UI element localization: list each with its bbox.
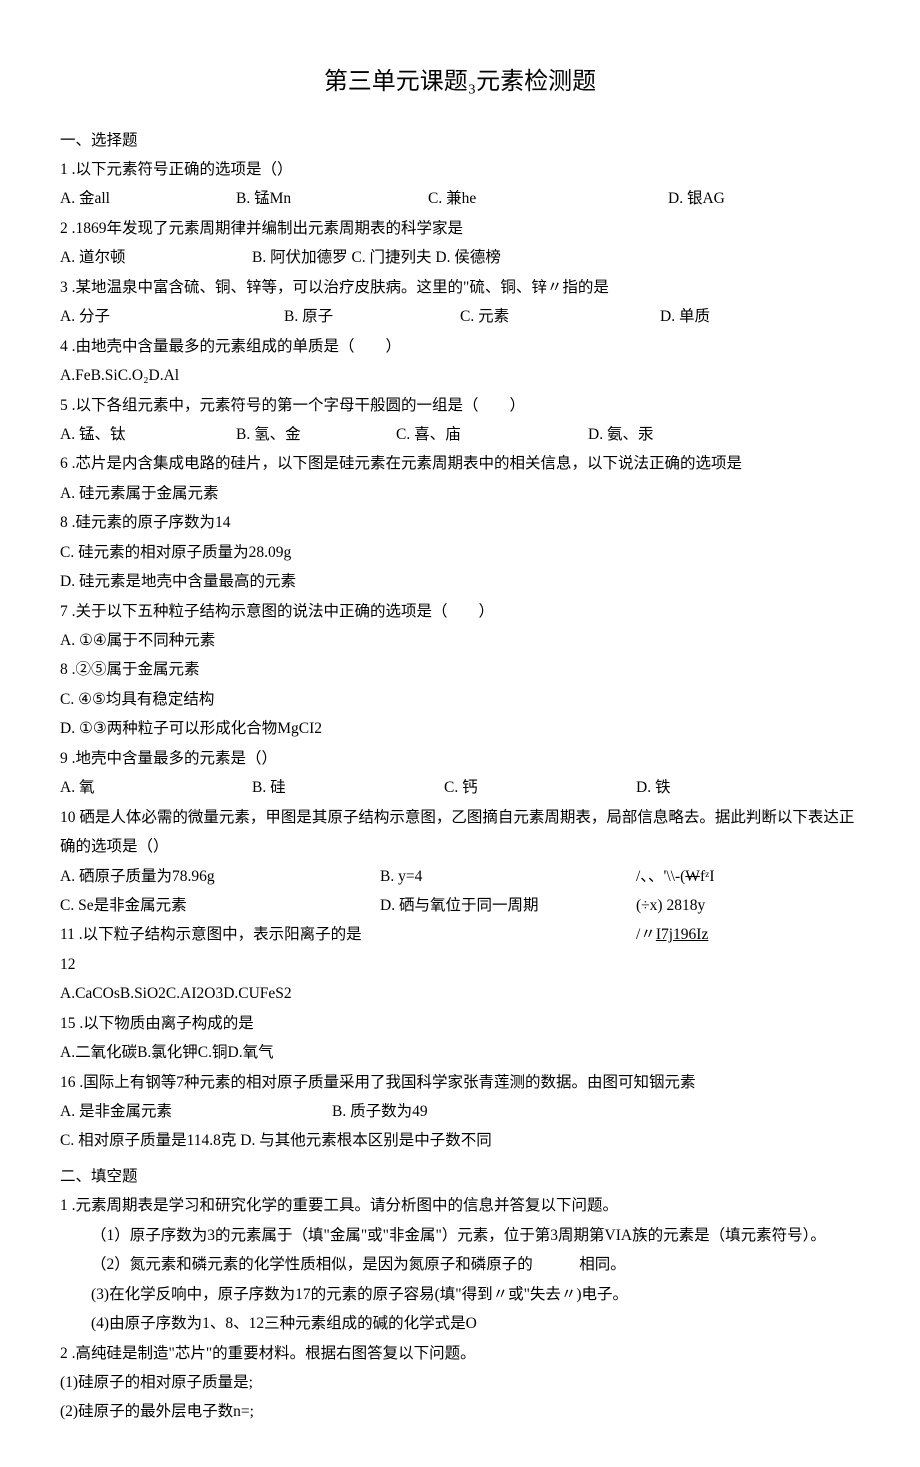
- q11-diag-u: I7j196Iz: [656, 926, 709, 943]
- q3-opt-d: D. 单质: [660, 302, 860, 331]
- q10-diagram2: (÷x) 2818y: [636, 891, 860, 920]
- q5-options: A. 锰、钛 B. 氢、金 C. 喜、庙 D. 氨、汞: [60, 420, 860, 449]
- q16-stem: 16 .国际上有钢等7种元素的相对原子质量采用了我国科学家张青莲测的数据。由图可…: [60, 1068, 860, 1097]
- q10-diag1-c: fᶻI: [700, 868, 715, 885]
- q9-opt-a: A. 氧: [60, 773, 252, 802]
- q2-options: A. 道尔顿 B. 阿伏加德罗 C. 门捷列夫 D. 侯德榜: [60, 243, 860, 272]
- q1-opt-a: A. 金all: [60, 184, 236, 213]
- q4-options: A.FeB.SiC.O₂D.Al: [60, 361, 860, 390]
- q16-opt-b: B. 质子数为49: [332, 1097, 428, 1126]
- f2-stem: 2 .高纯硅是制造"芯片"的重要材料。根据右图答复以下问题。: [60, 1339, 860, 1368]
- q3-options: A. 分子 B. 原子 C. 元素 D. 单质: [60, 302, 860, 331]
- q9-opt-b: B. 硅: [252, 773, 444, 802]
- q12-stem: 12: [60, 950, 860, 979]
- q10-opt-d: D. 硒与氧位于同一周期: [380, 891, 636, 920]
- q9-options: A. 氧 B. 硅 C. 钙 D. 铁: [60, 773, 860, 802]
- f1-sub3: (3)在化学反响中，原子序数为17的元素的原子容易(填"得到〃或"失去〃)电子。: [60, 1280, 860, 1309]
- f1-stem: 1 .元素周期表是学习和研究化学的重要工具。请分析图中的信息并答复以下问题。: [60, 1191, 860, 1220]
- q3-opt-c: C. 元素: [460, 302, 660, 331]
- q10-diag1-b: W: [685, 868, 700, 885]
- q5-opt-b: B. 氢、金: [236, 420, 396, 449]
- q5-opt-c: C. 喜、庙: [396, 420, 588, 449]
- f2-sub1: (1)硅原子的相对原子质量是;: [60, 1368, 860, 1397]
- q7-opt-d: D. ①③两种粒子可以形成化合物MgCI2: [60, 714, 860, 743]
- q1-stem: 1 .以下元素符号正确的选项是（）: [60, 155, 860, 184]
- q15-options: A.二氧化碳B.氯化钾C.铜D.氧气: [60, 1038, 860, 1067]
- q7-opt-a: A. ①④属于不同种元素: [60, 626, 860, 655]
- q7-opt-c: C. ④⑤均具有稳定结构: [60, 685, 860, 714]
- q3-opt-a: A. 分子: [60, 302, 284, 331]
- q3-stem: 3 .某地温泉中富含硫、铜、锌等，可以治疗皮肤病。这里的"硫、铜、锌〃指的是: [60, 273, 860, 302]
- page-title: 第三单元课题₃元素检测题: [60, 60, 860, 106]
- q16-row2: C. 相对原子质量是114.8克 D. 与其他元素根本区别是中子数不同: [60, 1126, 860, 1155]
- q10-opt-b: B. y=4: [380, 862, 636, 891]
- q10-diag1-a: /、、'\\-(: [636, 868, 685, 885]
- q6-stem: 6 .芯片是内含集成电路的硅片，以下图是硅元素在元素周期表中的相关信息，以下说法…: [60, 449, 860, 478]
- q14-options: A.CaCOsB.SiO2C.AI2O3D.CUFeS2: [60, 979, 860, 1008]
- q5-opt-d: D. 氨、汞: [588, 420, 780, 449]
- q1-options: A. 金all B. 锰Mn C. 兼he D. 银AG: [60, 184, 860, 213]
- q6-opt-a: A. 硅元素属于金属元素: [60, 479, 860, 508]
- q10-diagram1: /、、'\\-(WfᶻI: [636, 862, 860, 891]
- q4-stem: 4 .由地壳中含量最多的元素组成的单质是（ ）: [60, 332, 860, 361]
- q9-opt-d: D. 铁: [636, 773, 828, 802]
- q2-opt-rest: B. 阿伏加德罗 C. 门捷列夫 D. 侯德榜: [252, 243, 501, 272]
- q1-opt-c: C. 兼he: [428, 184, 668, 213]
- q9-opt-c: C. 钙: [444, 773, 636, 802]
- q10-row2: C. Se是非金属元素 D. 硒与氧位于同一周期 (÷x) 2818y: [60, 891, 860, 920]
- q5-opt-a: A. 锰、钛: [60, 420, 236, 449]
- q11-diagram: /〃I7j196Iz: [636, 920, 860, 949]
- q3-opt-b: B. 原子: [284, 302, 460, 331]
- q1-opt-b: B. 锰Mn: [236, 184, 428, 213]
- q7-opt-b: 8 .②⑤属于金属元素: [60, 655, 860, 684]
- q7-stem: 7 .关于以下五种粒子结构示意图的说法中正确的选项是（ ）: [60, 597, 860, 626]
- q5-stem: 5 .以下各组元素中，元素符号的第一个字母干般圆的一组是（ ）: [60, 391, 860, 420]
- f2-sub2: (2)硅原子的最外层电子数n=;: [60, 1397, 860, 1426]
- q10-opt-a: A. 硒原子质量为78.96g: [60, 862, 380, 891]
- q10-stem: 10 硒是人体必需的微量元素，甲图是其原子结构示意图，乙图摘自元素周期表，局部信…: [60, 803, 860, 862]
- q9-stem: 9 .地壳中含量最多的元素是（）: [60, 744, 860, 773]
- q15-stem: 15 .以下物质由离子构成的是: [60, 1009, 860, 1038]
- q2-stem: 2 .1869年发现了元素周期律并编制出元素周期表的科学家是: [60, 214, 860, 243]
- f1-sub2: （2）氮元素和磷元素的化学性质相似，是因为氮原子和磷原子的 相同。: [60, 1250, 860, 1279]
- f1-sub4: (4)由原子序数为1、8、12三种元素组成的碱的化学式是O: [60, 1309, 860, 1338]
- q16-opt-a: A. 是非金属元素: [60, 1097, 332, 1126]
- q10-opt-c: C. Se是非金属元素: [60, 891, 380, 920]
- section-2-heading: 二、填空题: [60, 1162, 860, 1191]
- q6-opt-b: 8 .硅元素的原子序数为14: [60, 508, 860, 537]
- q11-row: 11 .以下粒子结构示意图中，表示阳离子的是 /〃I7j196Iz: [60, 920, 860, 949]
- q16-row1: A. 是非金属元素 B. 质子数为49: [60, 1097, 860, 1126]
- q6-opt-c: C. 硅元素的相对原子质量为28.09g: [60, 538, 860, 567]
- q11-stem: 11 .以下粒子结构示意图中，表示阳离子的是: [60, 920, 636, 949]
- f1-sub1: （1）原子序数为3的元素属于（填"金属"或"非金属"）元素，位于第3周期第VIA…: [60, 1221, 860, 1250]
- q1-opt-d: D. 银AG: [668, 184, 860, 213]
- q2-opt-a: A. 道尔顿: [60, 243, 252, 272]
- section-1-heading: 一、选择题: [60, 126, 860, 155]
- q10-row1: A. 硒原子质量为78.96g B. y=4 /、、'\\-(WfᶻI: [60, 862, 860, 891]
- q6-opt-d: D. 硅元素是地壳中含量最高的元素: [60, 567, 860, 596]
